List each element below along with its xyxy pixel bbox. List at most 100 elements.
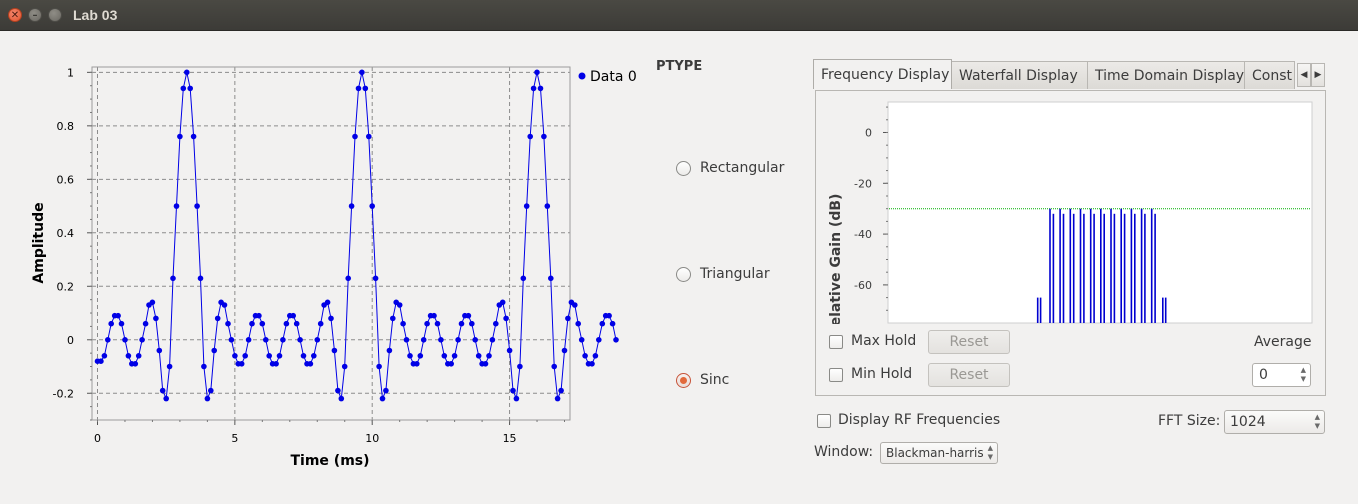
data-point: [448, 361, 455, 367]
data-point: [348, 203, 355, 209]
data-point: [475, 353, 482, 359]
ptype-label: PTYPE: [656, 59, 703, 74]
max-hold-reset-button[interactable]: Reset: [928, 330, 1010, 354]
data-point: [163, 395, 169, 402]
data-point: [211, 347, 217, 354]
radio-rectangular[interactable]: Rectangular: [676, 160, 784, 176]
data-point: [101, 353, 108, 359]
tab-scroll-buttons: ◀ ▶: [1297, 63, 1325, 87]
data-point: [273, 361, 279, 367]
data-point: [331, 347, 338, 354]
data-point: [558, 387, 564, 394]
data-point: [499, 299, 506, 306]
data-point: [317, 320, 324, 327]
data-point: [263, 337, 269, 343]
data-point: [609, 320, 616, 327]
tab-constellation[interactable]: Const: [1244, 61, 1295, 89]
data-point: [366, 133, 372, 140]
data-point: [482, 361, 489, 367]
data-point: [513, 395, 520, 402]
window-combo[interactable]: Blackman-harris ▲ ▼: [880, 442, 998, 464]
data-point: [606, 312, 612, 319]
radio-checked-icon[interactable]: [676, 372, 691, 388]
average-value: 0: [1259, 367, 1268, 383]
data-point: [589, 361, 595, 367]
y-tick-label: 0.8: [57, 120, 75, 133]
data-point: [420, 337, 427, 343]
fft-size-label: FFT Size:: [1158, 413, 1221, 429]
data-point: [173, 203, 180, 209]
data-point: [290, 312, 297, 319]
x-tick-label: 15: [503, 432, 517, 445]
data-point: [259, 320, 266, 327]
radio-circle-icon[interactable]: [676, 160, 691, 176]
fft-size-combo[interactable]: 1024 ▲ ▼: [1224, 410, 1325, 434]
data-point: [135, 353, 142, 359]
spin-arrows-icon[interactable]: ▲ ▼: [1301, 366, 1306, 384]
radio-sinc[interactable]: Sinc: [676, 372, 729, 388]
data-point: [245, 337, 252, 343]
data-point: [300, 353, 307, 359]
max-hold-checkbox[interactable]: [829, 335, 843, 349]
close-window-button[interactable]: ✕: [8, 8, 22, 22]
tab-scroll-left-icon[interactable]: ◀: [1297, 63, 1311, 87]
data-point: [311, 353, 317, 359]
data-point: [376, 363, 382, 370]
data-point: [530, 85, 537, 92]
minimize-window-button[interactable]: –: [28, 8, 42, 22]
data-point: [506, 347, 513, 354]
data-point: [493, 320, 499, 327]
data-point: [149, 299, 156, 306]
radio-label: Rectangular: [700, 160, 785, 176]
data-point: [156, 347, 163, 354]
average-spinbox[interactable]: 0 ▲ ▼: [1252, 363, 1311, 387]
data-point: [469, 320, 475, 327]
data-point: [551, 363, 557, 370]
freq-y-tick-label: 0: [865, 126, 872, 139]
data-point: [599, 320, 606, 327]
data-point: [537, 85, 544, 92]
min-hold-reset-button[interactable]: Reset: [928, 363, 1010, 387]
data-point: [527, 133, 533, 140]
data-point: [383, 387, 389, 394]
display-rf-checkbox[interactable]: [817, 414, 831, 428]
plot-frame: [91, 66, 571, 421]
data-0-line: [97, 72, 617, 401]
data-point: [166, 363, 173, 370]
data-point: [335, 387, 341, 394]
radio-circle-icon[interactable]: [676, 266, 691, 282]
data-point: [403, 337, 410, 343]
data-point: [541, 133, 547, 140]
y-tick-label: 0.2: [57, 280, 75, 293]
data-point: [197, 275, 204, 282]
data-point: [108, 320, 114, 327]
radio-label: Sinc: [700, 372, 730, 388]
min-hold-checkbox[interactable]: [829, 368, 843, 382]
tab-waterfall-display[interactable]: Waterfall Display: [951, 61, 1088, 89]
data-point: [187, 85, 193, 92]
radio-triangular[interactable]: Triangular: [676, 266, 770, 282]
combo-arrows-icon[interactable]: ▲ ▼: [988, 444, 993, 462]
data-point: [194, 203, 200, 209]
combo-arrows-icon[interactable]: ▲ ▼: [1315, 413, 1320, 431]
time-domain-plot[interactable]: 1 0.8 0.6 0.4 0.2 0 -0.2 0 5 10 15 Time (ms) Ampl…: [0, 31, 650, 471]
maximize-window-button[interactable]: [48, 8, 62, 22]
fft-size-value: 1024: [1230, 414, 1266, 430]
freq-y-tick-label: -40: [854, 228, 872, 241]
data-point: [544, 203, 551, 209]
frequency-plot[interactable]: 0 -20 -40 -60 elative Gain (dB): [816, 92, 1316, 324]
data-point: [228, 337, 235, 343]
data-point: [159, 387, 166, 394]
tab-scroll-right-icon[interactable]: ▶: [1311, 63, 1325, 87]
data-point: [122, 337, 128, 343]
tab-time-domain-display[interactable]: Time Domain Display: [1087, 61, 1245, 89]
data-point: [486, 353, 492, 359]
data-point: [98, 358, 104, 365]
tab-frequency-display[interactable]: Frequency Display: [813, 59, 952, 89]
data-point: [208, 387, 214, 394]
x-tick-label: 5: [231, 432, 238, 445]
data-point: [184, 69, 190, 76]
data-point: [489, 337, 496, 343]
data-point: [307, 361, 314, 367]
data-point: [379, 395, 386, 402]
